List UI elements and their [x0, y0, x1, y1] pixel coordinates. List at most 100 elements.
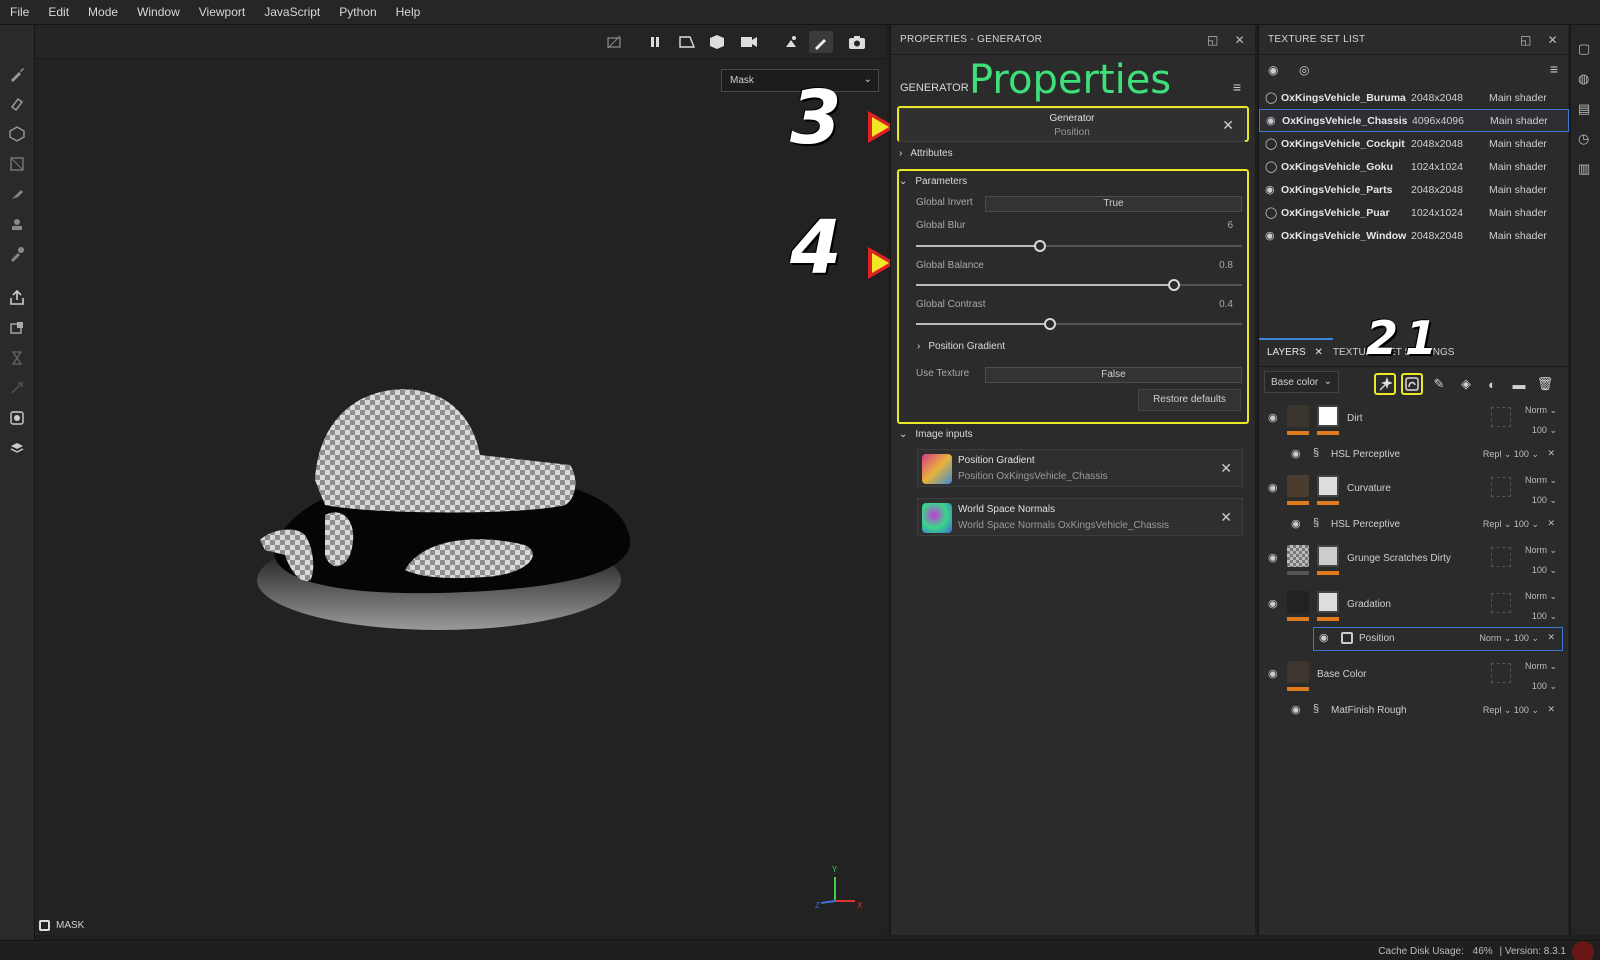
- eye-icon[interactable]: ◉: [1319, 631, 1329, 644]
- close-icon[interactable]: ✕: [1235, 33, 1245, 47]
- close-icon[interactable]: ✕: [1548, 33, 1558, 47]
- add-effect-icon[interactable]: [1374, 373, 1396, 395]
- eye-icon[interactable]: ◯: [1259, 91, 1281, 104]
- add-paint-layer-icon[interactable]: ✎: [1428, 373, 1450, 395]
- menu-javascript[interactable]: JavaScript: [264, 5, 320, 19]
- eraser-icon[interactable]: [6, 93, 28, 115]
- menu-help[interactable]: Help: [396, 5, 421, 19]
- layer-row[interactable]: ◉ Curvature Norm ⌄ 100 ⌄: [1259, 473, 1569, 517]
- texture-set-row[interactable]: ◉ OxKingsVehicle_Window 2048x2048 Main shad…: [1259, 224, 1569, 247]
- undock-icon[interactable]: ◱: [1207, 33, 1219, 47]
- close-icon[interactable]: ✕: [1547, 518, 1555, 529]
- parameters-section[interactable]: ⌄ Parameters: [899, 176, 967, 187]
- tab-texture-set-settings[interactable]: TEXTURE SET SETTINGS: [1333, 347, 1465, 366]
- materials-icon[interactable]: [6, 437, 28, 459]
- menu-mode[interactable]: Mode: [88, 5, 118, 19]
- opacity-select[interactable]: 100 ⌄: [1532, 495, 1557, 506]
- trash-icon[interactable]: 🗑: [1534, 373, 1556, 395]
- global-contrast-knob[interactable]: [1043, 318, 1056, 330]
- layer-row[interactable]: ◉ Dirt Norm ⌄ 100 ⌄: [1259, 403, 1569, 447]
- history-icon[interactable]: ◷: [1578, 131, 1594, 147]
- blend-mode-select[interactable]: Norm ⌄: [1525, 405, 1557, 416]
- clone-stamp-icon[interactable]: [6, 213, 28, 235]
- log-icon[interactable]: ▥: [1578, 161, 1594, 177]
- close-icon[interactable]: ✕: [1547, 632, 1555, 643]
- generator-card[interactable]: Generator Position ✕: [899, 108, 1245, 142]
- assets-icon[interactable]: ▤: [1578, 101, 1594, 117]
- eye-icon[interactable]: ◯: [1259, 137, 1281, 150]
- effect-blend-opacity[interactable]: Repl ⌄ 100 ⌄: [1483, 449, 1539, 460]
- eye-icon[interactable]: ◉: [1260, 114, 1282, 127]
- menu-python[interactable]: Python: [339, 5, 376, 19]
- blend-mode-select[interactable]: Norm ⌄: [1525, 545, 1557, 556]
- eye-icon[interactable]: ◉: [1291, 517, 1301, 530]
- menu-file[interactable]: File: [10, 5, 29, 19]
- eye-icon[interactable]: ◉: [1268, 481, 1278, 494]
- global-balance-slider[interactable]: [916, 279, 1242, 291]
- shader-settings-icon[interactable]: ◍: [1578, 71, 1594, 87]
- add-fill-layer-icon[interactable]: ◈: [1455, 373, 1477, 395]
- close-icon[interactable]: ✕: [1220, 509, 1232, 526]
- menu-lines-icon[interactable]: ≡: [1550, 61, 1558, 77]
- global-invert-toggle[interactable]: True: [985, 196, 1242, 212]
- attributes-section[interactable]: › Attributes: [899, 148, 953, 159]
- blend-mode-select[interactable]: Norm ⌄: [1525, 591, 1557, 602]
- hourglass-icon[interactable]: [6, 347, 28, 369]
- eye-icon[interactable]: ◉: [1268, 551, 1278, 564]
- texture-set-row[interactable]: ◉ OxKingsVehicle_Chassis 4096x4096 Main sha…: [1259, 109, 1569, 132]
- eye-icon[interactable]: ◯: [1259, 160, 1281, 173]
- blend-mode-select[interactable]: Norm ⌄: [1525, 661, 1557, 672]
- position-gradient-section[interactable]: › Position Gradient: [917, 341, 1005, 352]
- eye-toggle-icon[interactable]: ◉: [1268, 63, 1278, 77]
- menu-window[interactable]: Window: [137, 5, 180, 19]
- undock-icon[interactable]: ◱: [1520, 33, 1532, 47]
- eye-icon[interactable]: ◉: [1259, 229, 1281, 242]
- add-smart-material-icon[interactable]: ◐: [1481, 373, 1503, 395]
- channel-select[interactable]: Base color ⌄: [1264, 371, 1339, 393]
- layer-effect-row[interactable]: ◉ § HSL Perceptive Repl ⌄ 100 ⌄ ✕: [1259, 443, 1569, 467]
- layer-effect-row[interactable]: ◉ § HSL Perceptive Repl ⌄ 100 ⌄ ✕: [1259, 513, 1569, 537]
- hide-camera-icon[interactable]: [602, 31, 626, 53]
- restore-defaults-button[interactable]: Restore defaults: [1138, 389, 1241, 411]
- paint-mode-icon[interactable]: [809, 31, 833, 53]
- global-balance-knob[interactable]: [1167, 279, 1180, 291]
- add-mask-icon[interactable]: [1401, 373, 1423, 395]
- global-contrast-slider[interactable]: [916, 318, 1242, 330]
- texture-set-row[interactable]: ◉ OxKingsVehicle_Parts 2048x2048 Main shade…: [1259, 178, 1569, 201]
- display-settings-icon[interactable]: ▢: [1578, 41, 1594, 57]
- camera-icon[interactable]: [737, 31, 761, 53]
- close-icon[interactable]: ✕: [1222, 117, 1234, 134]
- color-picker-icon[interactable]: [6, 243, 28, 265]
- screenshot-icon[interactable]: [845, 31, 869, 53]
- paint-brush-icon[interactable]: [6, 63, 28, 85]
- use-texture-toggle[interactable]: False: [985, 367, 1242, 383]
- layer-effect-row[interactable]: ◉ § MatFinish Rough Repl ⌄ 100 ⌄ ✕: [1259, 699, 1569, 723]
- measure-icon[interactable]: [6, 407, 28, 429]
- add-folder-icon[interactable]: ▬: [1508, 373, 1530, 395]
- global-blur-knob[interactable]: [1033, 240, 1046, 252]
- opacity-select[interactable]: 100 ⌄: [1532, 565, 1557, 576]
- effect-blend-opacity[interactable]: Repl ⌄ 100 ⌄: [1483, 519, 1539, 530]
- eye-icon[interactable]: ◉: [1268, 411, 1278, 424]
- 2d-view-icon[interactable]: [675, 31, 699, 53]
- image-input-world-space-normals[interactable]: World Space Normals World Space Normals …: [917, 498, 1243, 536]
- global-blur-slider[interactable]: [916, 240, 1242, 252]
- layer-row[interactable]: ◉ Base Color Norm ⌄ 100 ⌄: [1259, 659, 1569, 703]
- export-icon[interactable]: [6, 287, 28, 309]
- pause-icon[interactable]: [643, 31, 667, 53]
- texture-set-row[interactable]: ◯ OxKingsVehicle_Buruma 2048x2048 Main shad…: [1259, 86, 1569, 109]
- close-icon[interactable]: ✕: [1547, 448, 1555, 459]
- eye-icon[interactable]: ◉: [1291, 447, 1301, 460]
- opacity-select[interactable]: 100 ⌄: [1532, 611, 1557, 622]
- opacity-select[interactable]: 100 ⌄: [1532, 681, 1557, 692]
- effect-blend-opacity[interactable]: Repl ⌄ 100 ⌄: [1483, 705, 1539, 716]
- texture-set-row[interactable]: ◯ OxKingsVehicle_Goku 1024x1024 Main shader: [1259, 155, 1569, 178]
- eye-icon[interactable]: ◉: [1259, 183, 1281, 196]
- close-icon[interactable]: ✕: [1547, 704, 1555, 715]
- viewport[interactable]: Mask ⌄ Y Z X MASK: [35, 25, 887, 935]
- blend-mode-select[interactable]: Norm ⌄: [1525, 475, 1557, 486]
- texture-set-row[interactable]: ◯ OxKingsVehicle_Puar 1024x1024 Main shader: [1259, 201, 1569, 224]
- opacity-select[interactable]: 100 ⌄: [1532, 425, 1557, 436]
- close-icon[interactable]: ✕: [1315, 347, 1323, 358]
- light-rotate-icon[interactable]: [779, 31, 803, 53]
